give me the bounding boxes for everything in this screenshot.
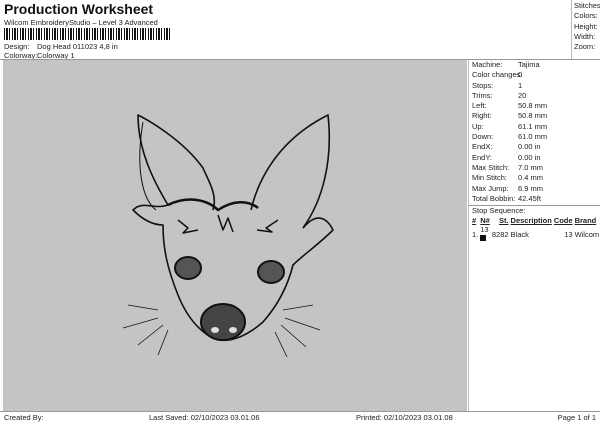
barcode [4, 28, 172, 40]
info-row: Color changes:0 [472, 70, 600, 80]
last-saved: Last Saved: 02/10/2023 03.01.06 [149, 413, 260, 422]
info-row: EndX: 0.00 in [472, 142, 600, 152]
info-label: Max Jump: [472, 183, 509, 193]
info-value: 61.1 mm [518, 121, 548, 131]
info-label: Down: [472, 132, 494, 142]
design-preview [3, 60, 467, 412]
col-header: Brand [574, 216, 597, 226]
info-label: Trims: [472, 90, 493, 100]
info-row: Zoom:1:1 [574, 42, 600, 52]
info-value: 6.9 mm [518, 183, 544, 193]
printed-date: Printed: 02/10/2023 03.01.08 [356, 413, 453, 422]
info-row: Max Stitch: 7.0 mm [472, 163, 600, 173]
nostril [229, 327, 237, 333]
needle-number: 13 [480, 225, 489, 235]
details-panel: Machine: Tajima Color changes:0 Stops: 1 Trim… [468, 60, 600, 412]
info-row: Max Jump: 6.9 mm [472, 184, 600, 194]
info-label: Stitches: [574, 1, 600, 10]
info-label: Color changes: [472, 70, 523, 80]
col-header: Description [510, 216, 552, 226]
info-value: 42.45ft [518, 193, 541, 203]
info-value: 7.0 mm [518, 162, 544, 172]
info-label: Width: [574, 31, 596, 41]
info-label: Total Bobbin: [472, 193, 516, 203]
info-value: Tajima [518, 60, 540, 69]
info-value: 61.0 mm [518, 132, 548, 142]
info-row: Up: 61.1 mm [472, 122, 600, 132]
info-value: 50.8 mm [518, 111, 548, 121]
info-value: 0 [518, 70, 523, 80]
software-name: Wilcom EmbroideryStudio – Level 3 Advanc… [4, 18, 158, 27]
design-label: Design: [4, 42, 30, 51]
page-number: Page 1 of 1 [557, 413, 596, 422]
color-description: Black [510, 229, 529, 239]
info-label: Max Stitch: [472, 162, 510, 172]
stop-sequence-title: Stop Sequence: [472, 206, 526, 216]
info-row: Height:4.81 in [574, 22, 600, 32]
col-header: N# [480, 216, 490, 226]
stop-sequence-table: # N# St. Description Code Brand 1. 13 82… [472, 216, 600, 243]
design-value: Dog Head 011023 4,8 in [37, 42, 118, 51]
info-row: Trims: 20 [472, 91, 600, 101]
info-label: Zoom: [574, 42, 596, 52]
info-row: Down: 61.0 mm [472, 132, 600, 142]
info-row: EndY: 0.00 in [472, 153, 600, 163]
info-row: Colors:1 [574, 11, 600, 21]
col-header: Code [553, 216, 573, 226]
summary-list: Stitches:8284Colors:1Height:4.81 inWidth… [574, 1, 600, 52]
info-label: Colors: [574, 11, 598, 21]
needle-cell: 13 [480, 225, 492, 243]
info-value: 0.4 mm [518, 173, 544, 183]
info-row: Stops: 1 [472, 81, 600, 91]
info-label: Min Stitch: [472, 173, 508, 183]
info-label: EndX: [472, 142, 493, 152]
info-row: Width:4.00 in [574, 32, 600, 42]
info-value: 20 [518, 90, 527, 100]
created-by: Created By: [4, 413, 44, 422]
color-swatch [480, 235, 487, 242]
info-value: 0.00 in [518, 152, 541, 162]
table-row: 1. 13 8282 Black 13 Wilcom [472, 225, 600, 243]
color-code: 13 [564, 229, 573, 239]
row-num: 1. [472, 229, 479, 239]
stitch-count: 8282 [491, 229, 509, 239]
info-label: EndY: [472, 152, 493, 162]
info-label: Stops: [472, 80, 494, 90]
dog-head-embroidery [122, 114, 334, 358]
info-value: 50.8 mm [518, 101, 548, 111]
info-label: Height: [574, 21, 598, 31]
details-list: Machine: Tajima Color changes:0 Stops: 1 Trim… [472, 60, 600, 204]
info-row: Total Bobbin: 42.45ft [472, 194, 600, 204]
thread-brand: Wilcom [574, 229, 600, 239]
info-row: Left: 50.8 mm [472, 101, 600, 111]
info-row: Machine: Tajima [472, 60, 600, 70]
divider [0, 411, 600, 412]
col-header: # [472, 216, 477, 226]
info-value: 1 [518, 80, 523, 90]
info-label: Right: [472, 111, 492, 121]
info-label: Up: [472, 121, 484, 131]
page-title: Production Worksheet [4, 1, 154, 17]
nostril [211, 327, 219, 333]
col-header: St. [498, 216, 509, 226]
info-row: Min Stitch: 0.4 mm [472, 173, 600, 183]
info-value: 0.00 in [518, 142, 541, 152]
info-row: Stitches:8284 [574, 1, 600, 11]
info-row: Right: 50.8 mm [472, 111, 600, 121]
info-label: Machine: [472, 60, 503, 69]
info-label: Left: [472, 101, 487, 111]
